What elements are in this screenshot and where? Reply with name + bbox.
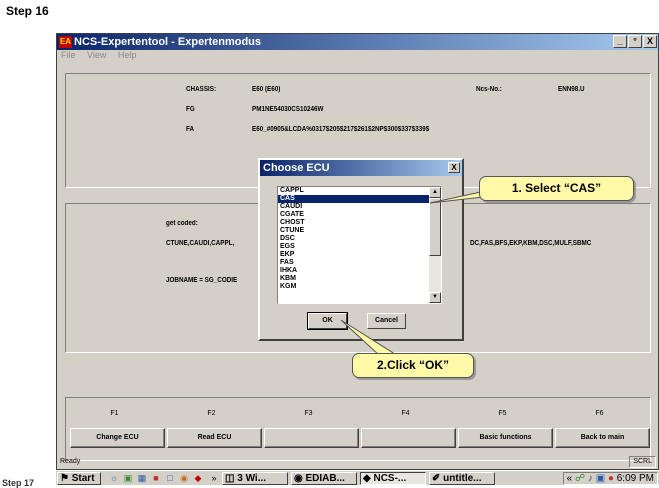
tray-network-icon[interactable]: ☍ [575,473,585,484]
system-tray: « ☍ ♪ ▣ ● 6:09 PM [562,472,658,485]
click-ok-callout: 2.Click “OK” [352,353,474,378]
desktop-icon[interactable]: ▣ [122,472,134,485]
taskbar-item-paint[interactable]: ✐ untitle... [429,472,495,485]
taskbar-item-ncs[interactable]: ◆ NCS-... [360,472,426,485]
taskbar-item-ediabas[interactable]: ◉ EDIAB... [291,472,357,485]
quicklaunch-app-icon[interactable]: ■ [150,472,162,485]
tray-clock[interactable]: 6:09 PM [617,473,654,484]
quicklaunch-chevron[interactable]: » [208,472,220,485]
ie-icon[interactable]: ☼ [108,472,120,485]
windows-logo-icon: ⚑ [60,473,69,484]
paint-icon: ✐ [432,473,441,484]
explorer-icon[interactable]: ▦ [136,472,148,485]
taskbar-item-label: untitle... [443,473,482,484]
taskbar-item-label: EDIAB... [305,473,345,484]
taskbar-item-windows-explorer[interactable]: ◫ 3 Wi... [222,472,288,485]
tray-expand-chevron[interactable]: « [567,473,573,484]
callout-pointers [340,189,493,357]
quicklaunch-media-icon[interactable]: ◉ [178,472,190,485]
select-cas-callout: 1. Select “CAS” [479,176,634,201]
ok-callout-pointer [340,319,400,357]
taskbar-item-label: 3 Wi... [237,473,267,484]
tray-app-icon[interactable]: ● [608,473,614,484]
ediabas-icon: ◉ [294,473,303,484]
windows-taskbar: ⚑ Start ☼ ▣ ▦ ■ □ ◉ ◆ » ◫ 3 Wi... ◉ EDIA… [56,470,659,485]
tray-volume-icon[interactable]: ♪ [588,473,593,484]
quicklaunch-doc-icon[interactable]: □ [164,472,176,485]
tray-monitor-icon[interactable]: ▣ [596,473,605,484]
quicklaunch-ncs-icon[interactable]: ◆ [192,472,204,485]
folder-icon: ◫ [225,473,235,484]
start-label: Start [71,473,95,484]
taskbar-item-label: NCS-... [373,473,407,484]
ncs-icon: ◆ [363,473,371,484]
start-button[interactable]: ⚑ Start [57,472,101,485]
